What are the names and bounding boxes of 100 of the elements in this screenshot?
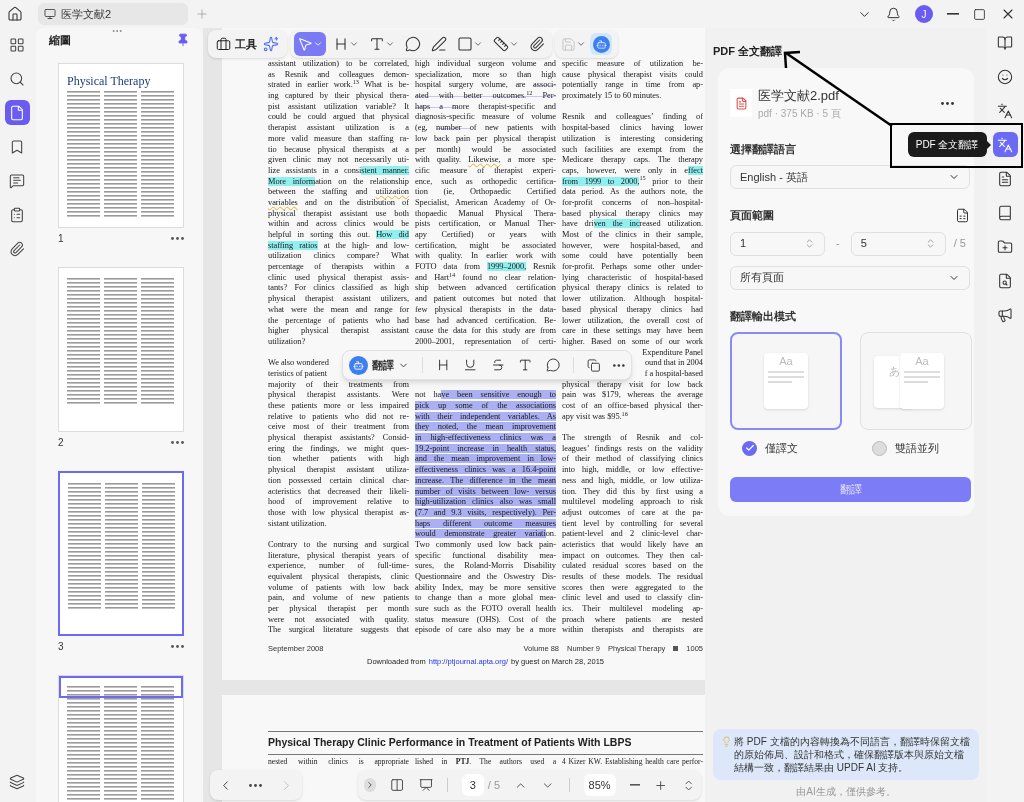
thumbnail-heading: Physical Therapy [67,73,152,88]
text-line: The strength of Resnik and col- [562,433,703,444]
text-line: have driven the increased utilization. [562,219,703,230]
two-page-icon [390,777,405,793]
text-line: proximately 15 to 60 minutes. [562,91,663,102]
text-line: some could have potentially been [562,251,703,263]
text-line: pain was $179, whereas the average [562,390,703,401]
text-line: therapist assistant utilization is a [268,123,409,134]
preview-glyph: Aa [778,355,794,368]
copy-icon [586,357,601,373]
text-line: ics. Their multilevel modeling ap- [562,604,703,615]
text-line: thopaedic Manual Physical Thera- [415,208,556,220]
plus-icon [195,7,209,21]
text-line: tient level by controlling for several [562,518,703,530]
page-preset-select[interactable]: 所有頁面 [730,265,970,290]
text-line: based physical therapy clinics had [562,304,703,316]
text-line: The surgical literature suggests that [268,625,409,637]
presentation-icon [418,777,433,793]
text-line: to change than a more global mea- [415,593,556,605]
range-end-field[interactable]: 5 [850,231,946,256]
robot-icon [595,38,607,50]
more-icon [249,783,263,787]
file-name: 医学文献2.pdf [758,87,840,105]
page-thumbnail[interactable]: Physical Therapy [58,62,184,228]
text-line: volume of patients with low back [268,582,409,594]
document-tab[interactable]: 医学文献2 [38,3,188,25]
radio-button[interactable] [872,440,887,456]
cursor-icon [297,36,313,52]
range-start-field[interactable]: 1 [730,231,825,256]
info-text: 將 PDF 文檔的內容轉換為不同語言，翻譯時保留文檔的原始佈局、設計和格式，確保翻譯版本與原始文檔結構一致，翻譯結果由 UPDF AI 支持。 [734,735,971,774]
text-line: pists certification, or Manual Ther- [415,219,556,230]
text-line: such facilities are exempt from the [562,144,703,156]
book-icon [997,204,1013,221]
text-line: what were the mean and range for [268,304,409,316]
text-line: assistant utilization) to be correlated, [268,59,409,70]
text-line: FOTO data from 1999–2000, Resnik [415,262,556,273]
section-label: 頁面範圍 [730,208,774,223]
more-icon [941,101,954,105]
caret-icon [385,39,395,49]
page-thumbnail[interactable] [58,470,184,636]
text-line: specific functional disability mea- [415,550,556,562]
text-line: higher. Based on some of our work [562,336,703,348]
text-line: physical therapy visit for low back [562,379,703,391]
sparkle-icon [263,36,279,52]
text-line: hood of improvement relative to [268,497,409,508]
text-line: variables and on the distribution of [268,197,409,209]
text-line: could be could argued that physical [268,112,409,124]
text-icon [369,36,385,52]
text-line: lower utilization, the overall cost of [562,315,703,327]
sidebar-button[interactable] [4,100,30,125]
text-line: tion possessed certain clinical char- [268,475,409,487]
text-line: and patient outcomes but noted that [415,294,556,305]
tools-button[interactable]: 工具 [216,35,257,53]
page-number: 1 [58,232,64,246]
text-line: caps, however, were only in effect [562,165,703,176]
avatar[interactable]: J [915,5,933,23]
text-line: pist assistant utilization variable? It [268,101,409,113]
section-label: 翻譯輸出模式 [730,308,796,324]
translate-button[interactable]: 翻譯 [349,355,409,375]
language-select[interactable]: English - 英語 [730,165,970,189]
text-line: adjust outcomes of care at the pa- [562,507,703,519]
text-line: higher physical therapist assistant [268,326,409,337]
text-line: results of these models. The residual [562,572,703,583]
text-line: low back pain per physical therapist [415,133,556,145]
text-line: lize assistants in a consistent manner. [268,165,409,177]
text-line: tio because physical therapists at a [268,144,409,156]
text-line: sistant utilization. [268,518,328,530]
pen-icon [431,36,447,52]
folder-icon [997,238,1013,255]
text-line: staffing ratios at the high- and low- [268,240,409,252]
monitor-icon [44,8,56,20]
text-line: Contrary to the nursing and surgical [268,539,409,551]
zoom-field[interactable]: 85% [583,774,616,796]
text-line: multilevel modeling approach to risk [562,497,703,508]
text-line: utilization? [268,336,307,348]
text-line: data period. As the authors note, the [562,187,703,198]
caret-icon [509,39,519,49]
text-line: physical therapist assistant utilizers, [268,294,409,305]
panel-title: 縮圖 [49,33,71,48]
text-line: Most of the clinics in their sample, [562,230,703,241]
text-line: acteristics that would likely have an [562,539,703,551]
search-icon [9,70,25,87]
text-line: lying characteristic of hospital-based [562,272,703,284]
text-line: physical therapist assistants. Were [268,390,409,401]
page-input[interactable]: 3 [461,774,484,796]
text-line: Expenditure Panel [642,347,703,359]
text-line: status measure (OHS). Cost of the [415,614,556,626]
text-line: physical therapist assistants? Consid- [268,433,409,444]
text-line: tion whether patients with high [268,454,409,466]
text-line: haps a more therapist-specific and [415,101,556,113]
text-line: within and across clinics would be [268,219,409,230]
radio-button[interactable] [742,440,757,456]
text-line: utilization is interesting considering [562,133,703,145]
text-line: based physical therapy clinics may [562,208,703,220]
text-line: f a hospital-based [644,368,703,380]
text-line: of their method of classifying clinics [562,454,703,466]
page-icon [9,104,25,121]
text-line: leagues’ findings rests on the validity [562,443,703,455]
ai-assistant-button[interactable] [590,33,612,55]
option-label: 僅譯文 [765,441,798,456]
